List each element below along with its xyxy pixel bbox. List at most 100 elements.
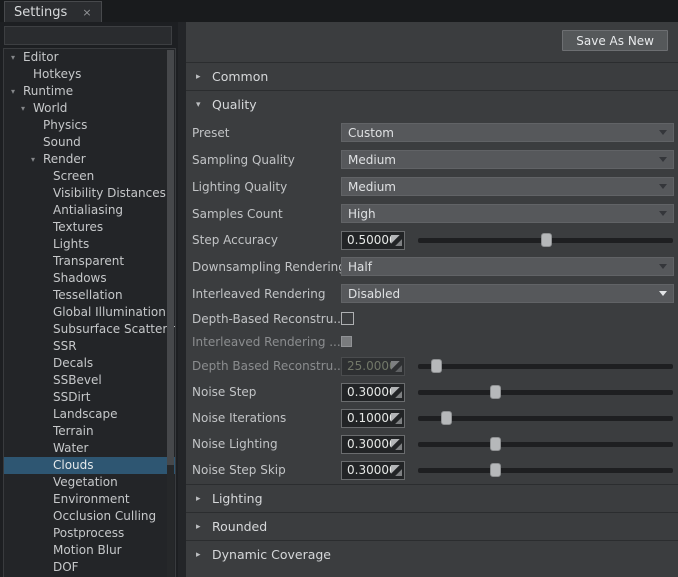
tree-item-motion-blur[interactable]: Motion Blur [4, 542, 176, 559]
tree-item-label: Physics [43, 117, 87, 134]
slider-handle[interactable] [490, 437, 501, 451]
drag-spinner-icon[interactable] [391, 439, 402, 450]
tree-item-ssr[interactable]: SSR [4, 338, 176, 355]
chevron-right-icon[interactable]: ▸ [196, 494, 212, 504]
tree-item-terrain[interactable]: Terrain [4, 423, 176, 440]
checkbox-interleaved-rendering [341, 336, 352, 347]
tree-scrollbar-thumb[interactable] [167, 50, 174, 465]
section-header-lighting[interactable]: ▸Lighting [186, 485, 678, 512]
close-icon[interactable]: × [82, 7, 91, 18]
tree-scrollbar[interactable] [167, 50, 174, 577]
slider-noise-step[interactable] [418, 384, 673, 400]
tree-item-vegetation[interactable]: Vegetation [4, 474, 176, 491]
dropdown-samples-count[interactable]: High [341, 204, 674, 223]
tree-item-shadows[interactable]: Shadows [4, 270, 176, 287]
field-label: Lighting Quality [192, 180, 341, 194]
chevron-right-icon[interactable]: ▸ [196, 522, 212, 532]
field-row-downsampling-rendering: Downsampling RenderingHalf [186, 253, 678, 280]
drag-spinner-icon[interactable] [391, 235, 402, 246]
tree-item-tessellation[interactable]: Tessellation [4, 287, 176, 304]
slider-noise-lighting[interactable] [418, 436, 673, 452]
chevron-right-icon[interactable]: ▸ [196, 72, 212, 82]
tree-item-environment[interactable]: Environment [4, 491, 176, 508]
tree-item-occlusion-culling[interactable]: Occlusion Culling [4, 508, 176, 525]
tree-item-label: Subsurface Scattering [53, 321, 176, 338]
section-header-dynamic-coverage[interactable]: ▸Dynamic Coverage [186, 541, 678, 568]
chevron-down-icon[interactable]: ▾ [196, 100, 212, 110]
tree-item-textures[interactable]: Textures [4, 219, 176, 236]
search-input[interactable] [4, 26, 172, 45]
tree-item-render[interactable]: ▾Render [4, 151, 176, 168]
tree-item-label: Tessellation [53, 287, 123, 304]
tree-item-screen[interactable]: Screen [4, 168, 176, 185]
expand-arrow-icon[interactable]: ▾ [21, 100, 33, 117]
save-as-new-button[interactable]: Save As New [562, 30, 668, 51]
tree-item-ssbevel[interactable]: SSBevel [4, 372, 176, 389]
tree-item-editor[interactable]: ▾Editor [4, 49, 175, 66]
section-header-quality[interactable]: ▾Quality [186, 91, 678, 118]
field-row-noise-lighting: Noise Lighting0.30000 [186, 431, 678, 457]
slider-handle[interactable] [490, 385, 501, 399]
tree-item-label: SSDirt [53, 389, 90, 406]
tree-item-label: Shadows [53, 270, 107, 287]
dropdown-downsampling-rendering[interactable]: Half [341, 257, 674, 276]
checkbox-depth-based-reconstru[interactable] [341, 312, 354, 325]
number-input-noise-iterations[interactable]: 0.10000 [341, 409, 405, 428]
tree-item-antialiasing[interactable]: Antialiasing [4, 202, 176, 219]
dropdown-interleaved-rendering[interactable]: Disabled [341, 284, 674, 303]
dropdown-sampling-quality[interactable]: Medium [341, 150, 674, 169]
drag-spinner-icon[interactable] [391, 387, 402, 398]
number-input-step-accuracy[interactable]: 0.50000 [341, 231, 405, 250]
expand-arrow-icon[interactable]: ▾ [31, 151, 43, 168]
section-header-common[interactable]: ▸Common [186, 63, 678, 90]
dropdown-value: Half [342, 260, 659, 274]
drag-spinner-icon[interactable] [391, 465, 402, 476]
dropdown-lighting-quality[interactable]: Medium [341, 177, 674, 196]
tree-item-runtime[interactable]: ▾Runtime [4, 83, 175, 100]
tree-item-water[interactable]: Water [4, 440, 176, 457]
tree-item-decals[interactable]: Decals [4, 355, 176, 372]
field-label: Noise Step Skip [192, 463, 341, 477]
tree-item-hotkeys[interactable]: Hotkeys [4, 66, 176, 83]
tree-item-physics[interactable]: Physics [4, 117, 176, 134]
dropdown-preset[interactable]: Custom [341, 123, 674, 142]
tab-settings[interactable]: Settings × [4, 1, 102, 23]
drag-spinner-icon[interactable] [391, 413, 402, 424]
tree-item-label: Global Illumination [53, 304, 166, 321]
tree-item-subsurface-scattering[interactable]: Subsurface Scattering [4, 321, 176, 338]
slider-handle [431, 359, 442, 373]
slider-handle[interactable] [541, 233, 552, 247]
sidebar: ▾EditorHotkeys▾Runtime▾WorldPhysicsSound… [0, 22, 178, 577]
tree-item-lights[interactable]: Lights [4, 236, 176, 253]
expand-arrow-icon[interactable]: ▾ [11, 49, 23, 66]
tree-item-sound[interactable]: Sound [4, 134, 176, 151]
tree-item-postprocess[interactable]: Postprocess [4, 525, 176, 542]
tree-item-world[interactable]: ▾World [4, 100, 176, 117]
slider-noise-iterations[interactable] [418, 410, 673, 426]
expand-arrow-icon[interactable]: ▾ [11, 83, 23, 100]
number-input-noise-step[interactable]: 0.30000 [341, 383, 405, 402]
section-header-rounded[interactable]: ▸Rounded [186, 513, 678, 540]
number-input-noise-lighting[interactable]: 0.30000 [341, 435, 405, 454]
number-value: 0.50000 [342, 233, 391, 247]
tree-item-visibility-distances[interactable]: Visibility Distances [4, 185, 176, 202]
drag-spinner-icon[interactable] [391, 361, 402, 372]
number-input-noise-step-skip[interactable]: 0.30000 [341, 461, 405, 480]
tree-item-transparent[interactable]: Transparent [4, 253, 176, 270]
slider-noise-step-skip[interactable] [418, 462, 673, 478]
tree-item-clouds[interactable]: Clouds [4, 457, 176, 474]
tree-item-label: Environment [53, 491, 130, 508]
tree-item-ssdirt[interactable]: SSDirt [4, 389, 176, 406]
chevron-down-icon [659, 130, 667, 135]
sections-container: ▸Common▾QualityPresetCustomSampling Qual… [186, 62, 678, 568]
tree-item-global-illumination[interactable]: Global Illumination [4, 304, 176, 321]
tree-item-dof[interactable]: DOF [4, 559, 176, 576]
slider-track [418, 442, 673, 447]
tree-item-label: Water [53, 440, 88, 457]
slider-handle[interactable] [490, 463, 501, 477]
chevron-right-icon[interactable]: ▸ [196, 550, 212, 560]
slider-step-accuracy[interactable] [418, 232, 673, 248]
section-title: Lighting [212, 491, 263, 506]
slider-handle[interactable] [441, 411, 452, 425]
tree-item-landscape[interactable]: Landscape [4, 406, 176, 423]
